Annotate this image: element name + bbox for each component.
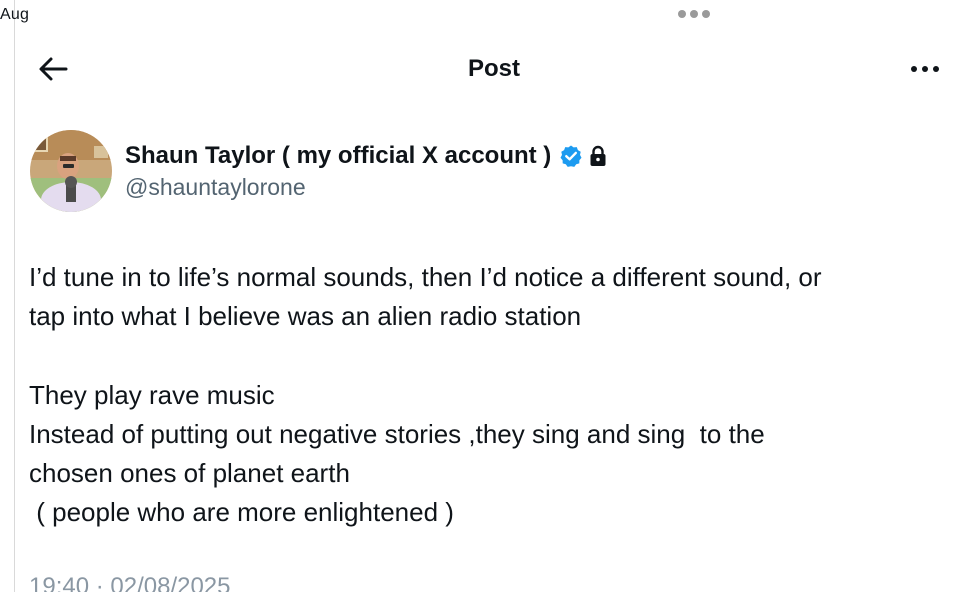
post-text: I’d tune in to life’s normal sounds, the… <box>29 258 939 532</box>
window-left-border <box>14 0 15 592</box>
lock-icon <box>590 145 606 166</box>
post-text-blank-line <box>29 336 939 375</box>
display-name[interactable]: Shaun Taylor ( my official X account ) <box>125 142 551 170</box>
author-name-row: Shaun Taylor ( my official X account ) <box>125 140 607 172</box>
more-horizontal-icon <box>911 66 917 72</box>
more-options-button[interactable] <box>902 54 948 84</box>
post-text-line: chosen ones of planet earth <box>29 457 350 488</box>
post-text-line: tap into what I believe was an alien rad… <box>29 301 582 332</box>
post-text-line: ( people who are more enlightened ) <box>29 497 454 528</box>
back-button[interactable] <box>36 52 70 86</box>
post-text-line: I’d tune in to life’s normal sounds, the… <box>29 262 822 292</box>
avatar-photo <box>30 130 112 212</box>
arrow-left-icon <box>39 57 68 81</box>
post-screen: Aug Post Shaun Taylor ( my official X ac… <box>0 0 960 592</box>
post-timestamp[interactable]: 19:40 · 02/08/2025 <box>29 573 231 592</box>
post-text-line: They play rave music <box>29 379 275 410</box>
corner-date-fragment: Aug <box>0 6 30 23</box>
post-text-line: Instead of putting out negative stories … <box>29 418 765 449</box>
window-handle-dots-icon[interactable] <box>678 10 710 18</box>
avatar[interactable] <box>30 130 112 212</box>
verified-badge-icon <box>560 145 582 167</box>
page-title: Post <box>467 55 520 82</box>
author-handle[interactable]: @shauntaylorone <box>125 174 306 201</box>
